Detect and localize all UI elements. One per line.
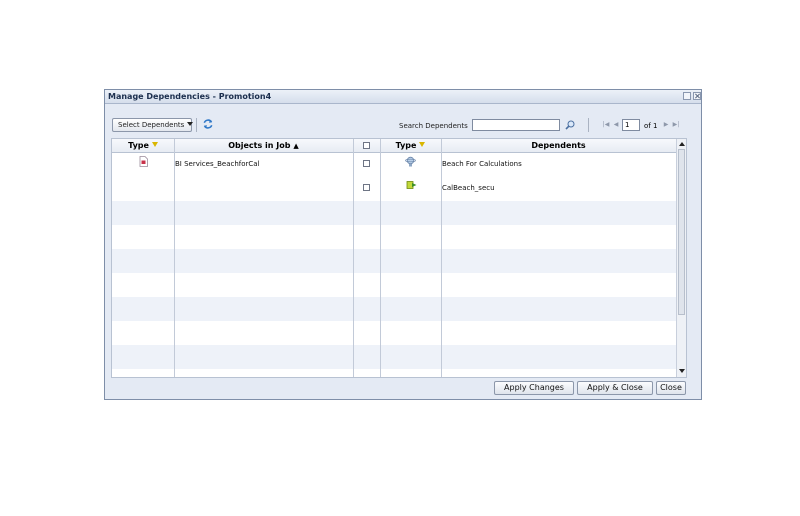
dialog-title: Manage Dependencies - Promotion4 [108, 92, 272, 101]
search-icon[interactable] [564, 119, 576, 131]
toolbar-separator [588, 118, 589, 132]
filter-icon[interactable] [151, 142, 158, 147]
filter-icon[interactable] [419, 142, 426, 147]
select-dependents-label: Select Dependents [118, 121, 185, 129]
apply-and-close-button[interactable]: Apply & Close [577, 381, 653, 395]
toolbar-separator [196, 118, 197, 132]
table-row [112, 225, 676, 249]
header-select-all [353, 139, 380, 153]
page-number-input[interactable] [622, 119, 640, 131]
previous-page-icon[interactable]: ◀ [612, 121, 620, 129]
column-divider [441, 139, 442, 377]
vertical-scrollbar[interactable] [676, 139, 686, 377]
dependent-checkbox[interactable] [363, 184, 370, 191]
universe-icon [405, 156, 416, 167]
scrollbar-thumb[interactable] [678, 149, 685, 315]
table-row [112, 345, 676, 369]
table-row [112, 201, 676, 225]
column-divider [353, 139, 354, 377]
page-count-label: of 1 [644, 122, 658, 130]
table-row [112, 297, 676, 321]
table-row [112, 249, 676, 273]
dialog-titlebar[interactable]: Manage Dependencies - Promotion4 [105, 90, 701, 104]
document-icon [139, 156, 148, 167]
close-icon[interactable] [693, 92, 701, 100]
refresh-icon[interactable] [202, 118, 214, 130]
table-row [112, 369, 676, 377]
sort-ascending-icon: ▲ [293, 142, 299, 150]
maximize-icon[interactable] [683, 92, 691, 100]
table-row [112, 321, 676, 345]
select-dependents-dropdown[interactable]: Select Dependents [112, 118, 194, 132]
next-page-icon[interactable]: ▶ [662, 121, 670, 129]
dependent-name: Beach For Calculations [442, 160, 522, 168]
header-type-dependents[interactable]: Type [380, 139, 441, 153]
caret-down-icon [187, 122, 194, 126]
scroll-up-icon[interactable] [679, 142, 685, 146]
header-type-objects[interactable]: Type [112, 139, 174, 153]
first-page-icon[interactable]: |◀ [602, 121, 610, 129]
table-row[interactable] [112, 177, 676, 201]
header-dependents-label: Dependents [531, 141, 586, 150]
header-type-label: Type [395, 141, 417, 150]
dependent-checkbox[interactable] [363, 160, 370, 167]
header-dependents[interactable]: Dependents [441, 139, 676, 153]
search-dependents-input[interactable] [472, 119, 560, 131]
object-name: BI Services_BeachforCal [175, 160, 260, 168]
header-objects-label: Objects in Job [228, 141, 291, 150]
column-divider [174, 139, 175, 377]
close-button[interactable]: Close [656, 381, 686, 395]
header-objects-in-job[interactable]: Objects in Job ▲ [174, 139, 353, 153]
toolbar: Select Dependents Search Dependents |◀ ◀… [110, 114, 696, 136]
header-type-label: Type [128, 141, 149, 150]
scroll-down-icon[interactable] [679, 369, 685, 373]
select-all-checkbox[interactable] [363, 142, 370, 149]
manage-dependencies-dialog: Manage Dependencies - Promotion4 Select … [104, 89, 702, 400]
dependencies-grid: Type Objects in Job ▲ Type Dependents BI … [111, 138, 687, 378]
column-divider [380, 139, 381, 377]
table-row [112, 273, 676, 297]
apply-changes-button[interactable]: Apply Changes [494, 381, 574, 395]
last-page-icon[interactable]: ▶| [672, 121, 680, 129]
dependent-name: CalBeach_secu [442, 184, 495, 192]
search-dependents-label: Search Dependents [399, 122, 468, 130]
security-object-icon [406, 181, 417, 189]
